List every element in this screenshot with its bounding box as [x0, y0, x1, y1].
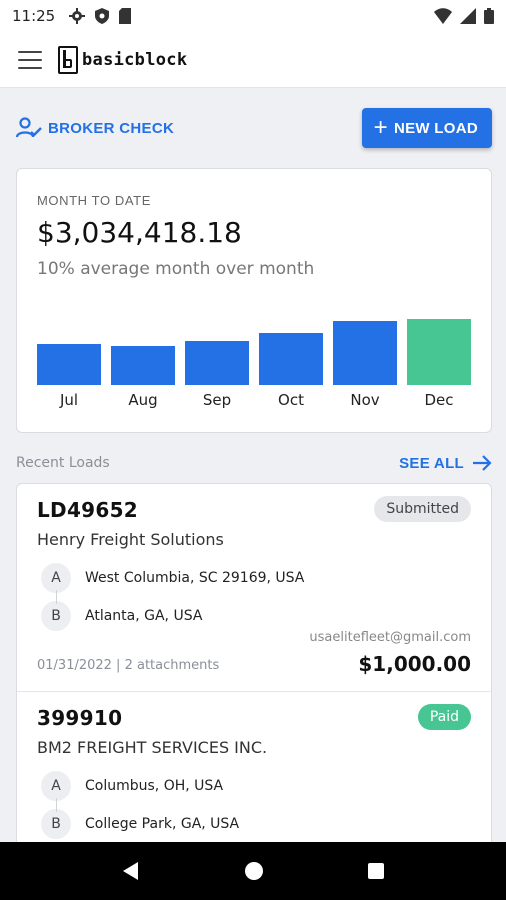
chart-bar-aug [111, 346, 175, 385]
stop-connector [56, 798, 57, 812]
status-badge: Submitted [374, 496, 471, 522]
load-meta: 01/31/2022 | 2 attachments [37, 658, 220, 673]
chart-bar-dec [407, 319, 471, 385]
stop-origin-text: West Columbia, SC 29169, USA [85, 570, 305, 586]
new-load-button[interactable]: + NEW LOAD [361, 108, 492, 148]
recents-icon[interactable] [366, 861, 386, 881]
mtd-label: MONTH TO DATE [37, 193, 151, 208]
recent-loads-title: Recent Loads [16, 455, 110, 471]
arrow-right-icon [473, 455, 492, 471]
chart-label-jul: Jul [59, 391, 79, 409]
battery-icon [484, 8, 494, 24]
stop-a-badge: A [41, 771, 71, 801]
stop-a-badge: A [41, 563, 71, 593]
chart-label-dec: Dec [424, 391, 454, 409]
sd-card-icon [119, 8, 132, 24]
load-stops: A Columbus, OH, USA B College Park, GA, … [37, 767, 471, 843]
month-to-date-card: MONTH TO DATE $3,034,418.18 10% average … [16, 168, 492, 433]
stop-origin: A Columbus, OH, USA [37, 767, 471, 805]
load-id: 399910 [37, 706, 123, 730]
chart-label-oct: Oct [278, 391, 304, 409]
shield-icon [95, 8, 110, 24]
stop-destination-text: Atlanta, GA, USA [85, 608, 203, 624]
status-badge: Paid [417, 704, 471, 730]
load-email: usaelitefleet@gmail.com [309, 630, 471, 645]
stop-b-badge: B [41, 601, 71, 631]
back-icon[interactable] [120, 860, 142, 882]
brand-name: basicblock [82, 49, 188, 70]
load-card[interactable]: LD49652 Henry Freight Solutions Submitte… [17, 484, 491, 692]
see-all-button[interactable]: SEE ALL [399, 454, 492, 472]
recent-loads-header: Recent Loads SEE ALL [16, 450, 492, 476]
stop-connector [56, 590, 57, 604]
recent-loads-list: LD49652 Henry Freight Solutions Submitte… [16, 483, 492, 900]
stop-b-badge: B [41, 809, 71, 839]
hamburger-menu-icon[interactable] [18, 50, 42, 69]
actions-row: BROKER CHECK + NEW LOAD [16, 108, 492, 148]
see-all-label: SEE ALL [399, 454, 464, 472]
home-icon[interactable] [243, 860, 265, 882]
load-broker: Henry Freight Solutions [37, 530, 224, 549]
person-check-icon [16, 117, 42, 138]
mtd-subtitle: 10% average month over month [37, 259, 315, 279]
broker-check-button[interactable]: BROKER CHECK [16, 117, 174, 139]
chart-bar-oct [259, 333, 323, 385]
status-time: 11:25 [12, 7, 56, 25]
app-bar: basicblock [0, 32, 506, 88]
mtd-amount: $3,034,418.18 [37, 216, 242, 249]
broker-check-label: BROKER CHECK [48, 119, 175, 137]
new-load-label: NEW LOAD [393, 119, 478, 137]
system-nav-bar [0, 842, 506, 900]
stop-origin-text: Columbus, OH, USA [85, 778, 224, 794]
brand-logo: basicblock [58, 45, 188, 74]
chart-label-nov: Nov [350, 391, 380, 409]
chart-bar-nov [333, 321, 397, 385]
load-stops: A West Columbia, SC 29169, USA B Atlanta… [37, 559, 471, 635]
chart-bar-jul [37, 344, 101, 385]
load-broker: BM2 FREIGHT SERVICES INC. [37, 738, 268, 757]
logo-mark-icon [58, 45, 78, 74]
wifi-icon [434, 8, 452, 24]
stop-destination-text: College Park, GA, USA [85, 816, 240, 832]
stop-destination: B College Park, GA, USA [37, 805, 471, 843]
chart-bar-sep [185, 341, 249, 385]
chart-label-aug: Aug [128, 391, 158, 409]
stop-origin: A West Columbia, SC 29169, USA [37, 559, 471, 597]
monthly-bar-chart: Jul Aug Sep Oct Nov Dec [37, 309, 473, 409]
plus-icon: + [373, 114, 388, 141]
chart-label-sep: Sep [202, 391, 232, 409]
status-bar: 11:25 [0, 0, 506, 32]
signal-icon [460, 8, 476, 24]
load-price: $1,000.00 [358, 652, 471, 676]
settings-icon [69, 8, 86, 24]
